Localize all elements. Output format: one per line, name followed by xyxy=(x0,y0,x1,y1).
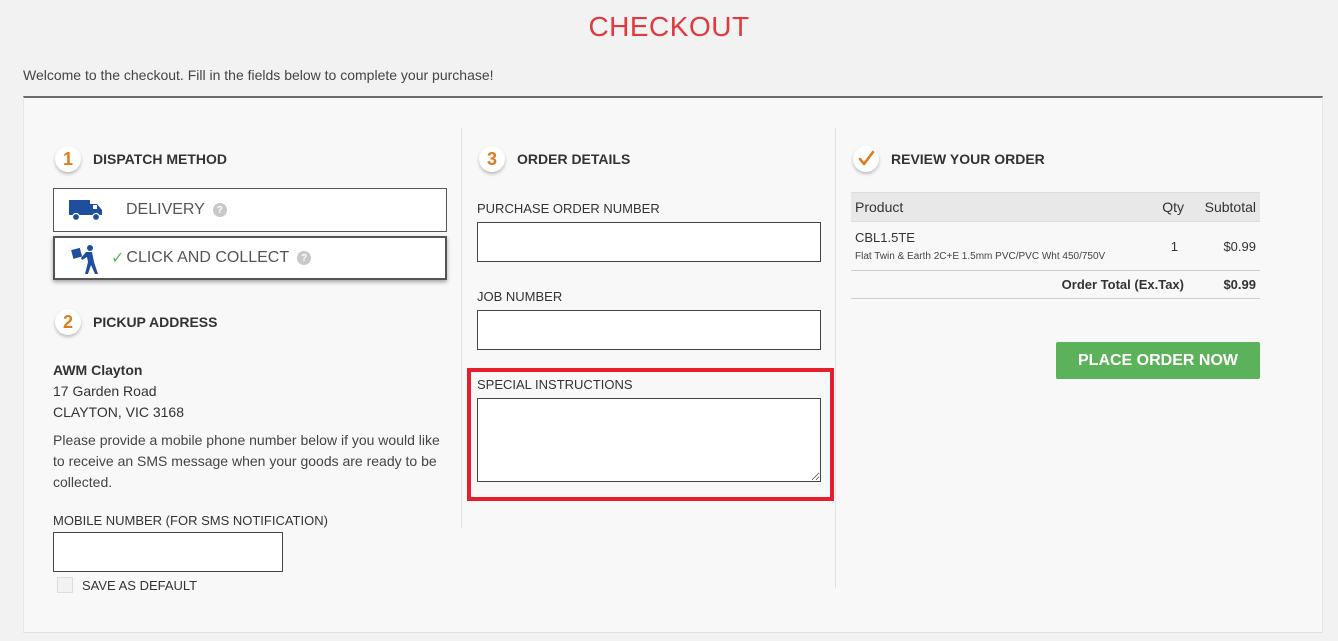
dispatch-option-delivery[interactable]: DELIVERY ? xyxy=(53,188,447,232)
product-description: Flat Twin & Earth 2C+E 1.5mm PVC/PVC Wht… xyxy=(855,251,1106,262)
order-total-value: $0.99 xyxy=(1188,270,1260,299)
job-number-label: JOB NUMBER xyxy=(477,289,563,304)
product-cell: CBL1.5TE Flat Twin & Earth 2C+E 1.5mm PV… xyxy=(851,221,1128,271)
order-details-title: ORDER DETAILS xyxy=(517,151,631,167)
mobile-number-input[interactable] xyxy=(53,532,283,572)
step-3-badge: 3 xyxy=(479,146,505,172)
place-order-button[interactable]: PLACE ORDER NOW xyxy=(1056,342,1260,379)
save-as-default-label: SAVE AS DEFAULT xyxy=(82,577,198,593)
pickup-address-heading: 2 PICKUP ADDRESS xyxy=(55,309,217,335)
pickup-address-title: PICKUP ADDRESS xyxy=(93,314,218,330)
qty-column-header: Qty xyxy=(1128,192,1188,222)
save-as-default-row[interactable]: SAVE AS DEFAULT xyxy=(57,577,197,593)
subtotal-column-header: Subtotal xyxy=(1188,192,1260,222)
dispatch-method-heading: 1 DISPATCH METHOD xyxy=(55,146,227,172)
truck-icon xyxy=(68,195,104,225)
store-name: AWM Clayton xyxy=(53,362,143,378)
review-order-heading: REVIEW YOUR ORDER xyxy=(853,146,1045,172)
column-divider xyxy=(835,128,836,588)
sms-note: Please provide a mobile phone number bel… xyxy=(53,432,440,490)
store-city: CLAYTON, VIC 3168 xyxy=(53,404,184,420)
dispatch-method-title: DISPATCH METHOD xyxy=(93,151,228,167)
table-header-row: Product Qty Subtotal xyxy=(851,192,1260,222)
mobile-number-label: MOBILE NUMBER (FOR SMS NOTIFICATION) xyxy=(53,513,328,528)
step-2-badge: 2 xyxy=(55,309,81,335)
table-row: CBL1.5TE Flat Twin & Earth 2C+E 1.5mm PV… xyxy=(851,221,1260,271)
step-1-badge: 1 xyxy=(55,146,81,172)
job-number-input[interactable] xyxy=(477,310,821,350)
order-table: Product Qty Subtotal CBL1.5TE Flat Twin … xyxy=(851,192,1260,299)
order-total-row: Order Total (Ex.Tax) $0.99 xyxy=(851,270,1260,299)
store-street: 17 Garden Road xyxy=(53,383,157,399)
special-instructions-textarea[interactable] xyxy=(477,398,821,482)
page-title: CHECKOUT xyxy=(588,11,750,42)
save-as-default-checkbox[interactable] xyxy=(57,577,73,593)
person-carrying-box-icon xyxy=(69,244,105,274)
dispatch-option-click-and-collect[interactable]: ✓ CLICK AND COLLECT ? xyxy=(53,236,447,280)
pickup-address: AWM Clayton 17 Garden Road CLAYTON, VIC … xyxy=(53,360,184,423)
special-instructions-label: SPECIAL INSTRUCTIONS xyxy=(477,377,633,392)
product-column-header: Product xyxy=(851,192,1128,222)
order-total-label: Order Total (Ex.Tax) xyxy=(851,270,1188,299)
click-and-collect-label: ✓ CLICK AND COLLECT ? xyxy=(111,248,312,268)
subtotal-cell: $0.99 xyxy=(1188,221,1260,271)
checkmark-icon: ✓ xyxy=(111,250,125,267)
delivery-label: DELIVERY ? xyxy=(126,201,227,219)
po-number-input[interactable] xyxy=(477,222,821,262)
check-icon xyxy=(853,146,879,172)
po-number-label: PURCHASE ORDER NUMBER xyxy=(477,201,660,216)
column-divider xyxy=(461,128,462,528)
welcome-text: Welcome to the checkout. Fill in the fie… xyxy=(23,67,494,83)
help-icon[interactable]: ? xyxy=(297,251,312,265)
help-icon[interactable]: ? xyxy=(212,203,227,217)
review-order-title: REVIEW YOUR ORDER xyxy=(891,151,1045,167)
order-details-heading: 3 ORDER DETAILS xyxy=(479,146,630,172)
qty-cell: 1 xyxy=(1128,221,1188,271)
product-code: CBL1.5TE xyxy=(855,230,915,245)
